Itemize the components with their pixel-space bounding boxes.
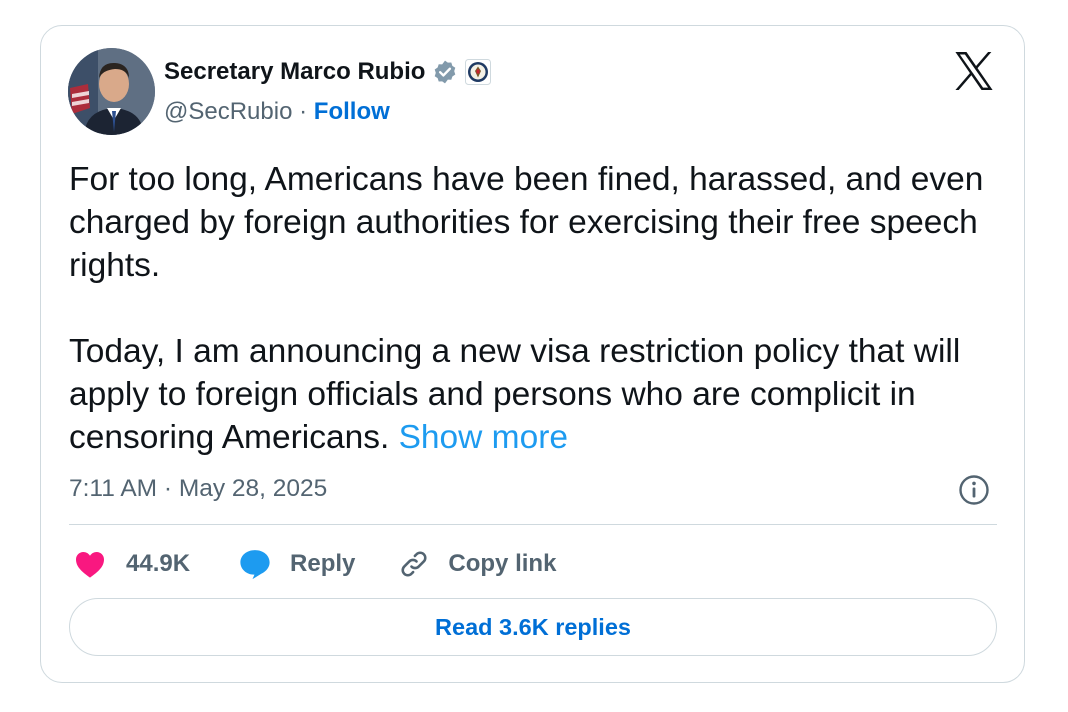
author-name[interactable]: Secretary Marco Rubio [164,58,425,86]
tweet-text: For too long, Americans have been fined,… [69,158,1004,459]
like-button[interactable]: 44.9K [74,549,190,579]
verified-gray-badge-icon[interactable] [432,59,458,85]
author-avatar[interactable] [68,48,155,135]
copy-link-button[interactable]: Copy link [397,547,556,581]
info-icon[interactable] [958,474,990,506]
copy-link-label: Copy link [448,550,557,577]
department-of-state-seal-icon[interactable] [465,59,492,85]
avatar-photo [68,48,155,135]
reply-bubble-icon [240,550,270,580]
x-logo-icon[interactable] [953,52,995,90]
heart-filled-icon [76,552,104,578]
author-name-row: Secretary Marco Rubio [164,58,492,86]
tweet-paragraph-1: For too long, Americans have been fined,… [69,161,984,284]
handle-separator: · [299,98,308,125]
link-icon [401,551,427,577]
tweet-actions: 44.9K Reply Copy link [74,544,556,584]
reply-button[interactable]: Reply [238,548,355,580]
show-more-link[interactable]: Show more [399,419,568,456]
tweet-timestamp[interactable]: 7:11 AM · May 28, 2025 [69,475,327,503]
read-replies-label: Read 3.6K replies [435,613,631,640]
follow-button[interactable]: Follow [314,98,390,125]
author-handle[interactable]: @SecRubio [164,98,292,125]
tweet-paragraph-2: Today, I am announcing a new visa restri… [69,330,1004,459]
reply-label: Reply [290,550,356,577]
divider [69,524,997,525]
like-count: 44.9K [126,550,191,577]
read-replies-button[interactable]: Read 3.6K replies [69,598,997,656]
author-handle-row: @SecRubio · Follow [164,98,390,126]
